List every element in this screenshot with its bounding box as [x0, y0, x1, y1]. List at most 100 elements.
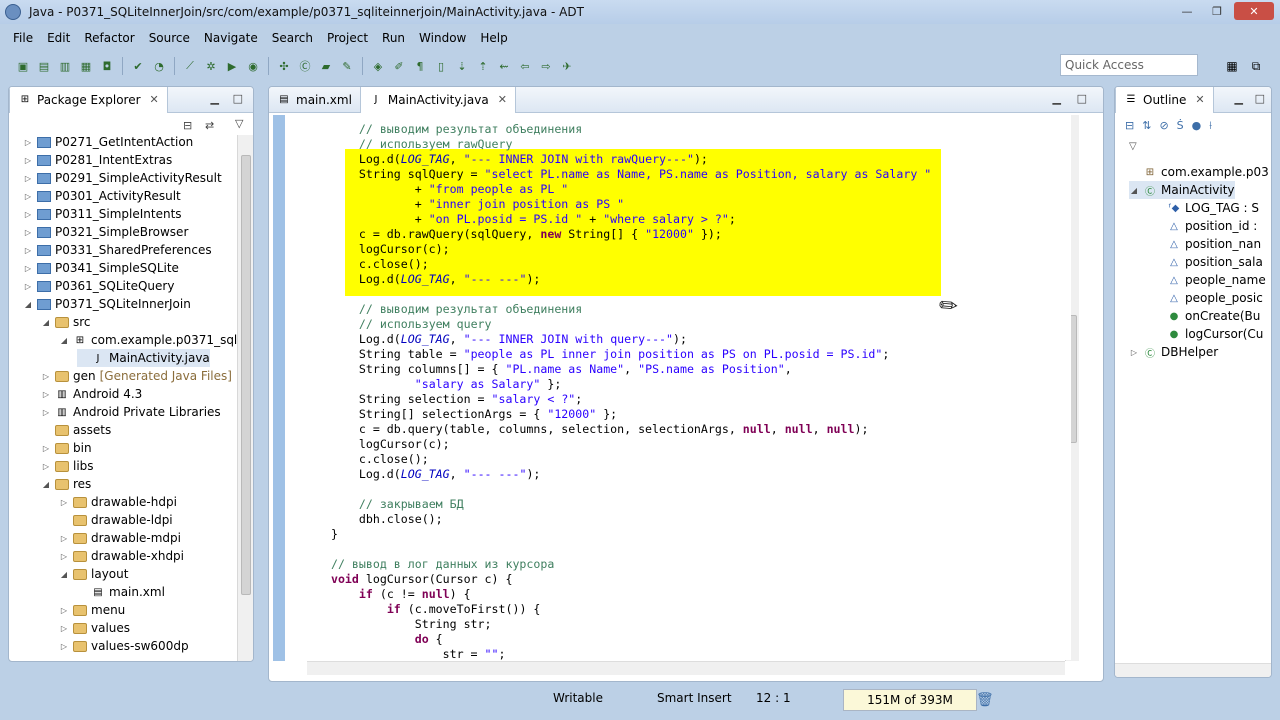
expanded-twisty-icon[interactable]: ◢: [59, 570, 69, 579]
menu-window[interactable]: Window: [412, 28, 473, 48]
tab-mainactivity-java[interactable]: J MainActivity.java ✕: [359, 87, 516, 113]
tree-item[interactable]: ▤ main.xml: [77, 583, 165, 601]
outline-item[interactable]: △ position_sala: [1153, 253, 1263, 271]
new-java-class-icon[interactable]: Ⓒ: [296, 57, 314, 75]
maximize-button[interactable]: ❐: [1204, 2, 1230, 20]
minimize-view-icon[interactable]: ▁: [211, 92, 219, 105]
sort-icon[interactable]: ⇅: [1142, 119, 1151, 133]
expanded-twisty-icon[interactable]: ◢: [59, 336, 69, 345]
menu-source[interactable]: Source: [142, 28, 197, 48]
maximize-view-icon[interactable]: □: [1077, 92, 1087, 105]
collapsed-twisty-icon[interactable]: ▷: [23, 228, 33, 237]
minimize-view-icon[interactable]: ▁: [1235, 92, 1243, 105]
tree-item[interactable]: ▷ P0291_SimpleActivityResult: [23, 169, 222, 187]
print-icon[interactable]: ▦: [77, 57, 95, 75]
collapsed-twisty-icon[interactable]: ▷: [23, 192, 33, 201]
menu-refactor[interactable]: Refactor: [77, 28, 141, 48]
close-icon[interactable]: ✕: [150, 93, 159, 106]
open-perspective-icon[interactable]: ▦: [1222, 56, 1242, 76]
collapsed-twisty-icon[interactable]: ▷: [41, 408, 51, 417]
close-button[interactable]: ✕: [1234, 2, 1274, 20]
tree-item[interactable]: assets: [41, 421, 111, 439]
package-explorer-scrollbar[interactable]: [237, 135, 253, 661]
close-icon[interactable]: ✕: [1195, 93, 1204, 106]
minimize-view-icon[interactable]: ▁: [1053, 92, 1061, 105]
maximize-view-icon[interactable]: □: [233, 92, 243, 105]
collapse-all-icon[interactable]: ⊟: [1125, 119, 1134, 133]
new-icon[interactable]: ▣: [14, 57, 32, 75]
view-menu-icon[interactable]: ▽: [1129, 141, 1137, 152]
expanded-twisty-icon[interactable]: ◢: [41, 480, 51, 489]
tree-item[interactable]: ▷ ▥ Android 4.3: [41, 385, 142, 403]
save-all-icon[interactable]: ▥: [56, 57, 74, 75]
minimize-button[interactable]: —: [1174, 2, 1200, 20]
twisty-icon[interactable]: ▷: [1129, 348, 1139, 357]
tree-item[interactable]: drawable-ldpi: [59, 511, 173, 529]
previous-annotation-icon[interactable]: ⇡: [474, 57, 492, 75]
last-edit-icon[interactable]: ⇜: [495, 57, 513, 75]
collapsed-twisty-icon[interactable]: ▷: [23, 156, 33, 165]
collapsed-twisty-icon[interactable]: ▷: [23, 246, 33, 255]
menu-run[interactable]: Run: [375, 28, 412, 48]
outline-item[interactable]: △ position_nan: [1153, 235, 1261, 253]
toggle-highlight-icon[interactable]: ✐: [390, 57, 408, 75]
tree-item[interactable]: ▷ P0341_SimpleSQLite: [23, 259, 179, 277]
menu-edit[interactable]: Edit: [40, 28, 77, 48]
editor-horizontal-scrollbar[interactable]: [307, 661, 1065, 675]
tree-item[interactable]: ◢ src: [41, 313, 91, 331]
expanded-twisty-icon[interactable]: ◢: [23, 300, 33, 309]
tree-item[interactable]: ◢ ⊞ com.example.p0371_sqlit: [59, 331, 245, 349]
toggle-mark-occurrences-icon[interactable]: ◈: [369, 57, 387, 75]
expanded-twisty-icon[interactable]: ◢: [41, 318, 51, 327]
forward-icon[interactable]: ⇨: [537, 57, 555, 75]
collapsed-twisty-icon[interactable]: ▷: [59, 534, 69, 543]
tab-package-explorer[interactable]: ⊞ Package Explorer ✕: [9, 87, 168, 113]
new-java-package-icon[interactable]: ✣: [275, 57, 293, 75]
tree-item[interactable]: ▷ gen [Generated Java Files]: [41, 367, 232, 385]
tree-item[interactable]: ▷ values-sw600dp: [59, 637, 189, 655]
pin-editor-icon[interactable]: ✈: [558, 57, 576, 75]
trash-icon[interactable]: 🗑: [976, 692, 994, 708]
outline-item[interactable]: △ people_name: [1153, 271, 1266, 289]
scrollbar-thumb[interactable]: [241, 155, 251, 595]
outline-horizontal-scrollbar[interactable]: [1115, 663, 1271, 677]
outline-item[interactable]: ⊞ com.example.p03: [1129, 163, 1269, 181]
outline-item[interactable]: △ people_posic: [1153, 289, 1263, 307]
tab-outline[interactable]: ☰ Outline ✕: [1115, 87, 1214, 113]
android-sdk-manager-icon[interactable]: ◘: [98, 57, 116, 75]
collapsed-twisty-icon[interactable]: ▷: [41, 372, 51, 381]
collapse-all-icon[interactable]: ⊟: [183, 119, 192, 132]
collapsed-twisty-icon[interactable]: ▷: [23, 174, 33, 183]
tree-item[interactable]: J MainActivity.java: [77, 349, 210, 367]
tree-item[interactable]: ▷ drawable-hdpi: [59, 493, 177, 511]
hide-local-types-icon[interactable]: ⟊: [1209, 119, 1212, 133]
collapsed-twisty-icon[interactable]: ▷: [59, 552, 69, 561]
outline-item[interactable]: ◢ Ⓒ MainActivity: [1129, 181, 1235, 199]
hide-fields-icon[interactable]: ⊘: [1159, 119, 1168, 133]
back-icon[interactable]: ⇦: [516, 57, 534, 75]
java-perspective-icon[interactable]: ⧉: [1246, 56, 1266, 76]
collapsed-twisty-icon[interactable]: ▷: [41, 462, 51, 471]
collapsed-twisty-icon[interactable]: ▷: [23, 264, 33, 273]
menu-search[interactable]: Search: [265, 28, 320, 48]
collapsed-twisty-icon[interactable]: ▷: [23, 282, 33, 291]
tree-item[interactable]: ▷ values: [59, 619, 130, 637]
debug-icon[interactable]: ✲: [202, 57, 220, 75]
collapsed-twisty-icon[interactable]: ▷: [41, 390, 51, 399]
hide-static-icon[interactable]: Ṡ: [1177, 119, 1184, 133]
tree-item[interactable]: ▷ drawable-mdpi: [59, 529, 181, 547]
tree-item[interactable]: ▷ menu: [59, 601, 125, 619]
tree-item[interactable]: ▷ P0301_ActivityResult: [23, 187, 181, 205]
outline-item[interactable]: △ position_id :: [1153, 217, 1257, 235]
menu-navigate[interactable]: Navigate: [197, 28, 265, 48]
new-android-project-icon[interactable]: ◔: [150, 57, 168, 75]
tree-item[interactable]: ◢ layout: [59, 565, 129, 583]
block-selection-icon[interactable]: ▯: [432, 57, 450, 75]
outline-item[interactable]: ▷ Ⓒ DBHelper: [1129, 343, 1218, 361]
run-icon[interactable]: ▶: [223, 57, 241, 75]
tree-item[interactable]: ◢ P0371_SQLiteInnerJoin: [23, 295, 191, 313]
collapsed-twisty-icon[interactable]: ▷: [41, 444, 51, 453]
open-type-icon[interactable]: ▰: [317, 57, 335, 75]
tree-item[interactable]: ◢ res: [41, 475, 91, 493]
collapsed-twisty-icon[interactable]: ▷: [23, 210, 33, 219]
